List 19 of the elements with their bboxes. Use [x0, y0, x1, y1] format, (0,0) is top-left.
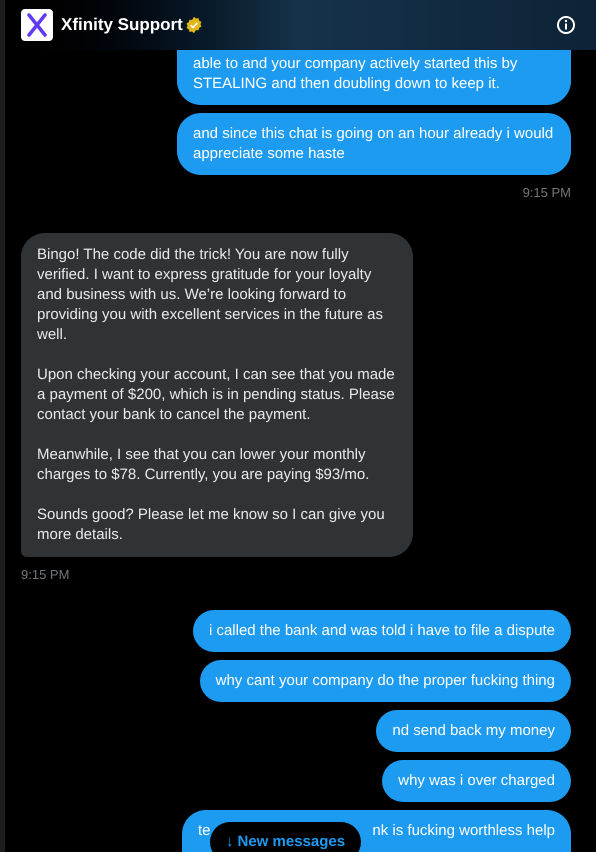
timestamp: 9:15 PM — [21, 566, 70, 584]
sent-message: nd send back my money — [376, 710, 571, 752]
message-text: nk is fucking worthless help — [372, 821, 555, 841]
sent-message: and since this chat is going on an hour already i would appreciate some haste — [177, 113, 571, 175]
timestamp: 9:15 PM — [522, 184, 571, 202]
sent-message: able to and your company actively started this by STEALING and then doubling down to keep it. — [177, 50, 571, 105]
message-paragraph: Sounds good? Please let me know so I can give you more details. — [37, 504, 386, 544]
sent-message: why was i over charged — [382, 760, 571, 802]
message-text: te — [198, 821, 211, 841]
new-messages-button[interactable]: ↓ New messages — [210, 822, 362, 852]
message-paragraph: Meanwhile, I see that you can lower your monthly charges to $78. Currently, you are paying $93/mo. — [37, 444, 370, 484]
avatar[interactable] — [21, 9, 53, 41]
info-icon[interactable] — [556, 15, 576, 35]
message-paragraph: Bingo! The code did the trick! You are now fully verified. I want to express gratitude for your loyalty and business with us. We’re looking forward to providing you with excellent services in the future as well. — [37, 244, 384, 344]
logo-icon — [26, 13, 48, 37]
sent-message: i called the bank and was told i have to file a dispute — [192, 610, 571, 652]
message-paragraph: Upon checking your account, I can see that you made a payment of $200, which is in pending status. Please contact your bank to cancel the payment. — [37, 364, 396, 424]
window-title: Xfinity Support — [61, 14, 183, 36]
sent-message: why cant your company do the proper fucking thing — [200, 660, 571, 702]
